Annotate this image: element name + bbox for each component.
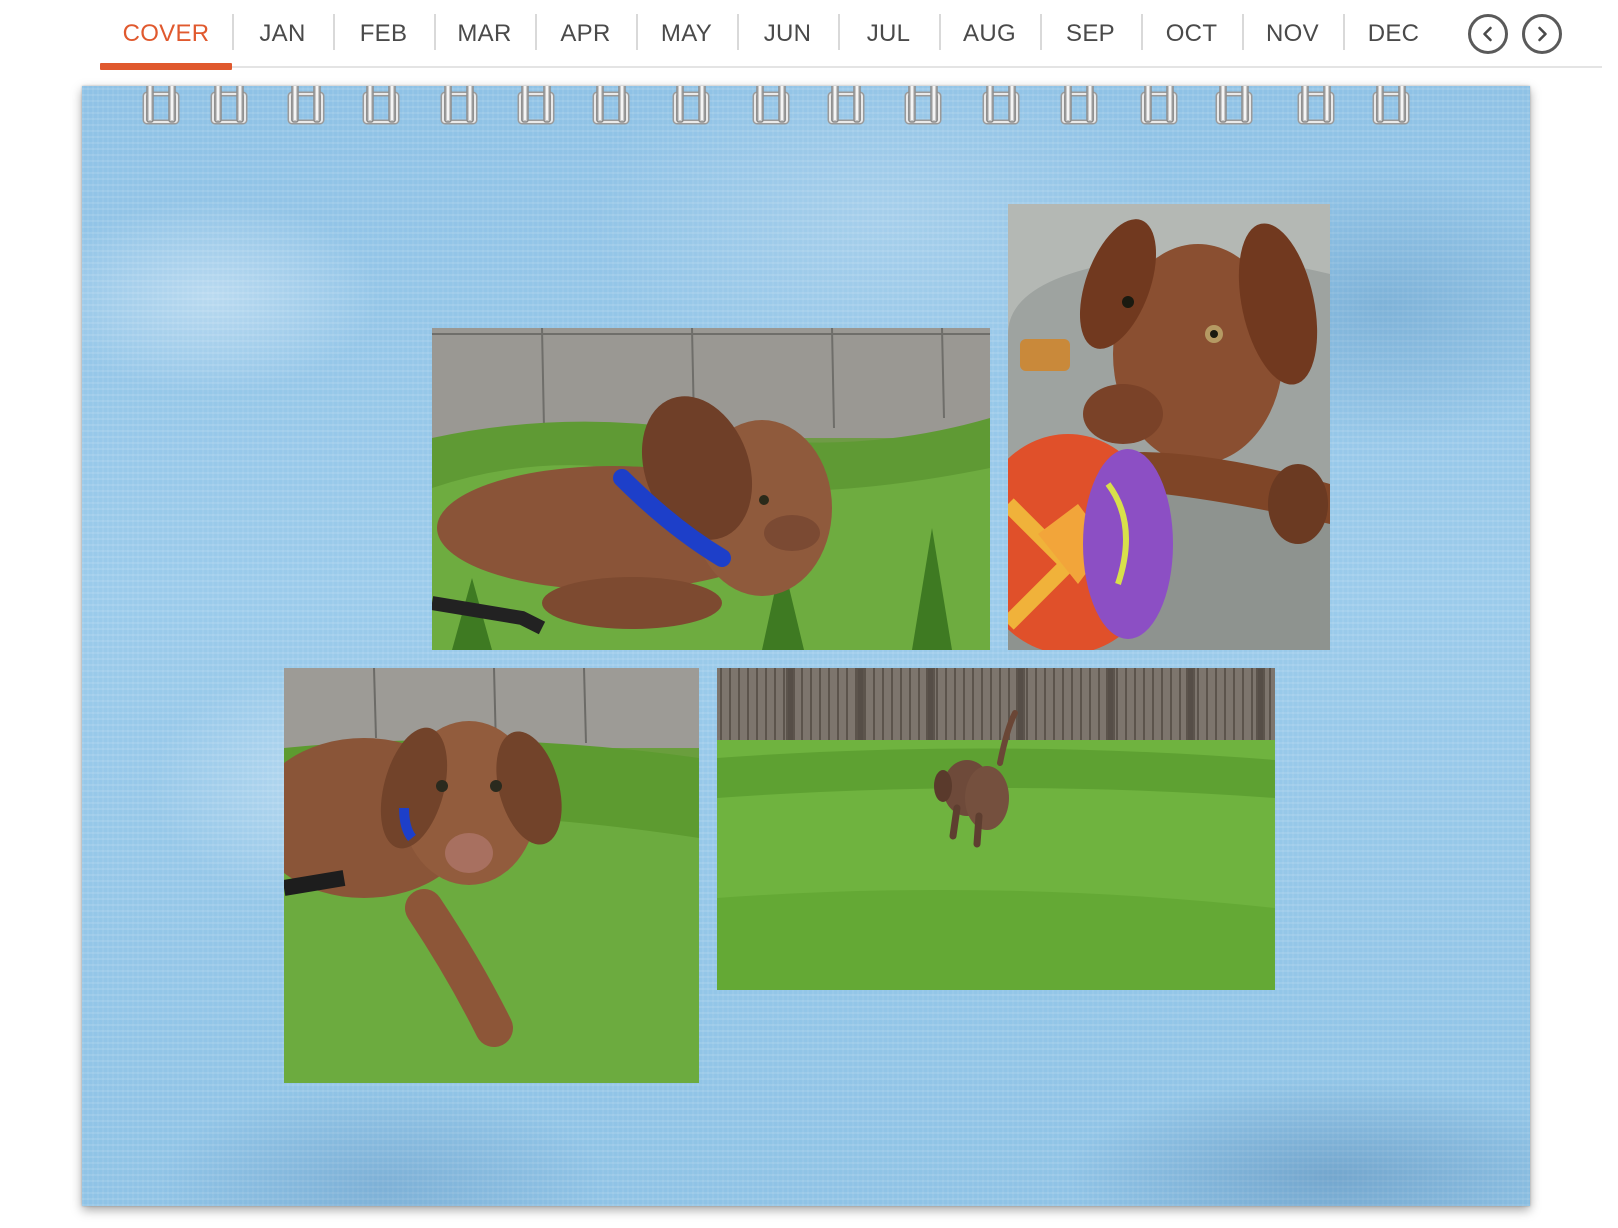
calendar-cover-page xyxy=(82,86,1530,1206)
spiral-ring xyxy=(672,86,710,125)
tab-jul[interactable]: JUL xyxy=(838,0,939,68)
tab-cover[interactable]: COVER xyxy=(100,0,232,70)
spiral-ring xyxy=(1372,86,1410,125)
chevron-left-icon xyxy=(1483,26,1492,42)
tab-apr[interactable]: APR xyxy=(535,0,636,68)
spiral-ring xyxy=(827,86,865,125)
spiral-ring xyxy=(982,86,1020,125)
puppy-photo-image xyxy=(284,668,699,1083)
next-page-button[interactable] xyxy=(1522,14,1562,54)
month-tab-bar: COVER JAN FEB MAR APR MAY JUN JUL AUG SE… xyxy=(100,0,1602,70)
spiral-ring xyxy=(592,86,630,125)
photo-puppy-grass-side[interactable] xyxy=(432,328,990,650)
spiral-ring xyxy=(440,86,478,125)
spiral-ring xyxy=(752,86,790,125)
tab-mar[interactable]: MAR xyxy=(434,0,535,68)
tab-jan[interactable]: JAN xyxy=(232,0,333,68)
tab-nov[interactable]: NOV xyxy=(1242,0,1343,68)
photo-puppy-blanket-toy[interactable] xyxy=(1008,204,1330,650)
tab-dec[interactable]: DEC xyxy=(1343,0,1444,68)
spiral-ring xyxy=(362,86,400,125)
tab-aug[interactable]: AUG xyxy=(939,0,1040,68)
spiral-ring xyxy=(904,86,942,125)
tab-oct[interactable]: OCT xyxy=(1141,0,1242,68)
month-tabs: COVER JAN FEB MAR APR MAY JUN JUL AUG SE… xyxy=(100,0,1444,70)
puppy-photo-image xyxy=(717,668,1275,990)
tab-feb[interactable]: FEB xyxy=(333,0,434,68)
tab-sep[interactable]: SEP xyxy=(1040,0,1141,68)
spiral-ring xyxy=(1297,86,1335,125)
spiral-ring xyxy=(517,86,555,125)
chevron-right-icon xyxy=(1538,26,1547,42)
tab-may[interactable]: MAY xyxy=(636,0,737,68)
spiral-ring xyxy=(1060,86,1098,125)
previous-page-button[interactable] xyxy=(1468,14,1508,54)
spiral-ring xyxy=(142,86,180,125)
puppy-photo-image xyxy=(432,328,990,650)
spiral-ring xyxy=(1215,86,1253,125)
spiral-ring xyxy=(1140,86,1178,125)
spiral-ring xyxy=(287,86,325,125)
spiral-ring xyxy=(210,86,248,125)
puppy-photo-image xyxy=(1008,204,1330,650)
tab-jun[interactable]: JUN xyxy=(737,0,838,68)
photo-puppy-grass-front[interactable] xyxy=(284,668,699,1083)
photo-puppy-lawn-fence[interactable] xyxy=(717,668,1275,990)
